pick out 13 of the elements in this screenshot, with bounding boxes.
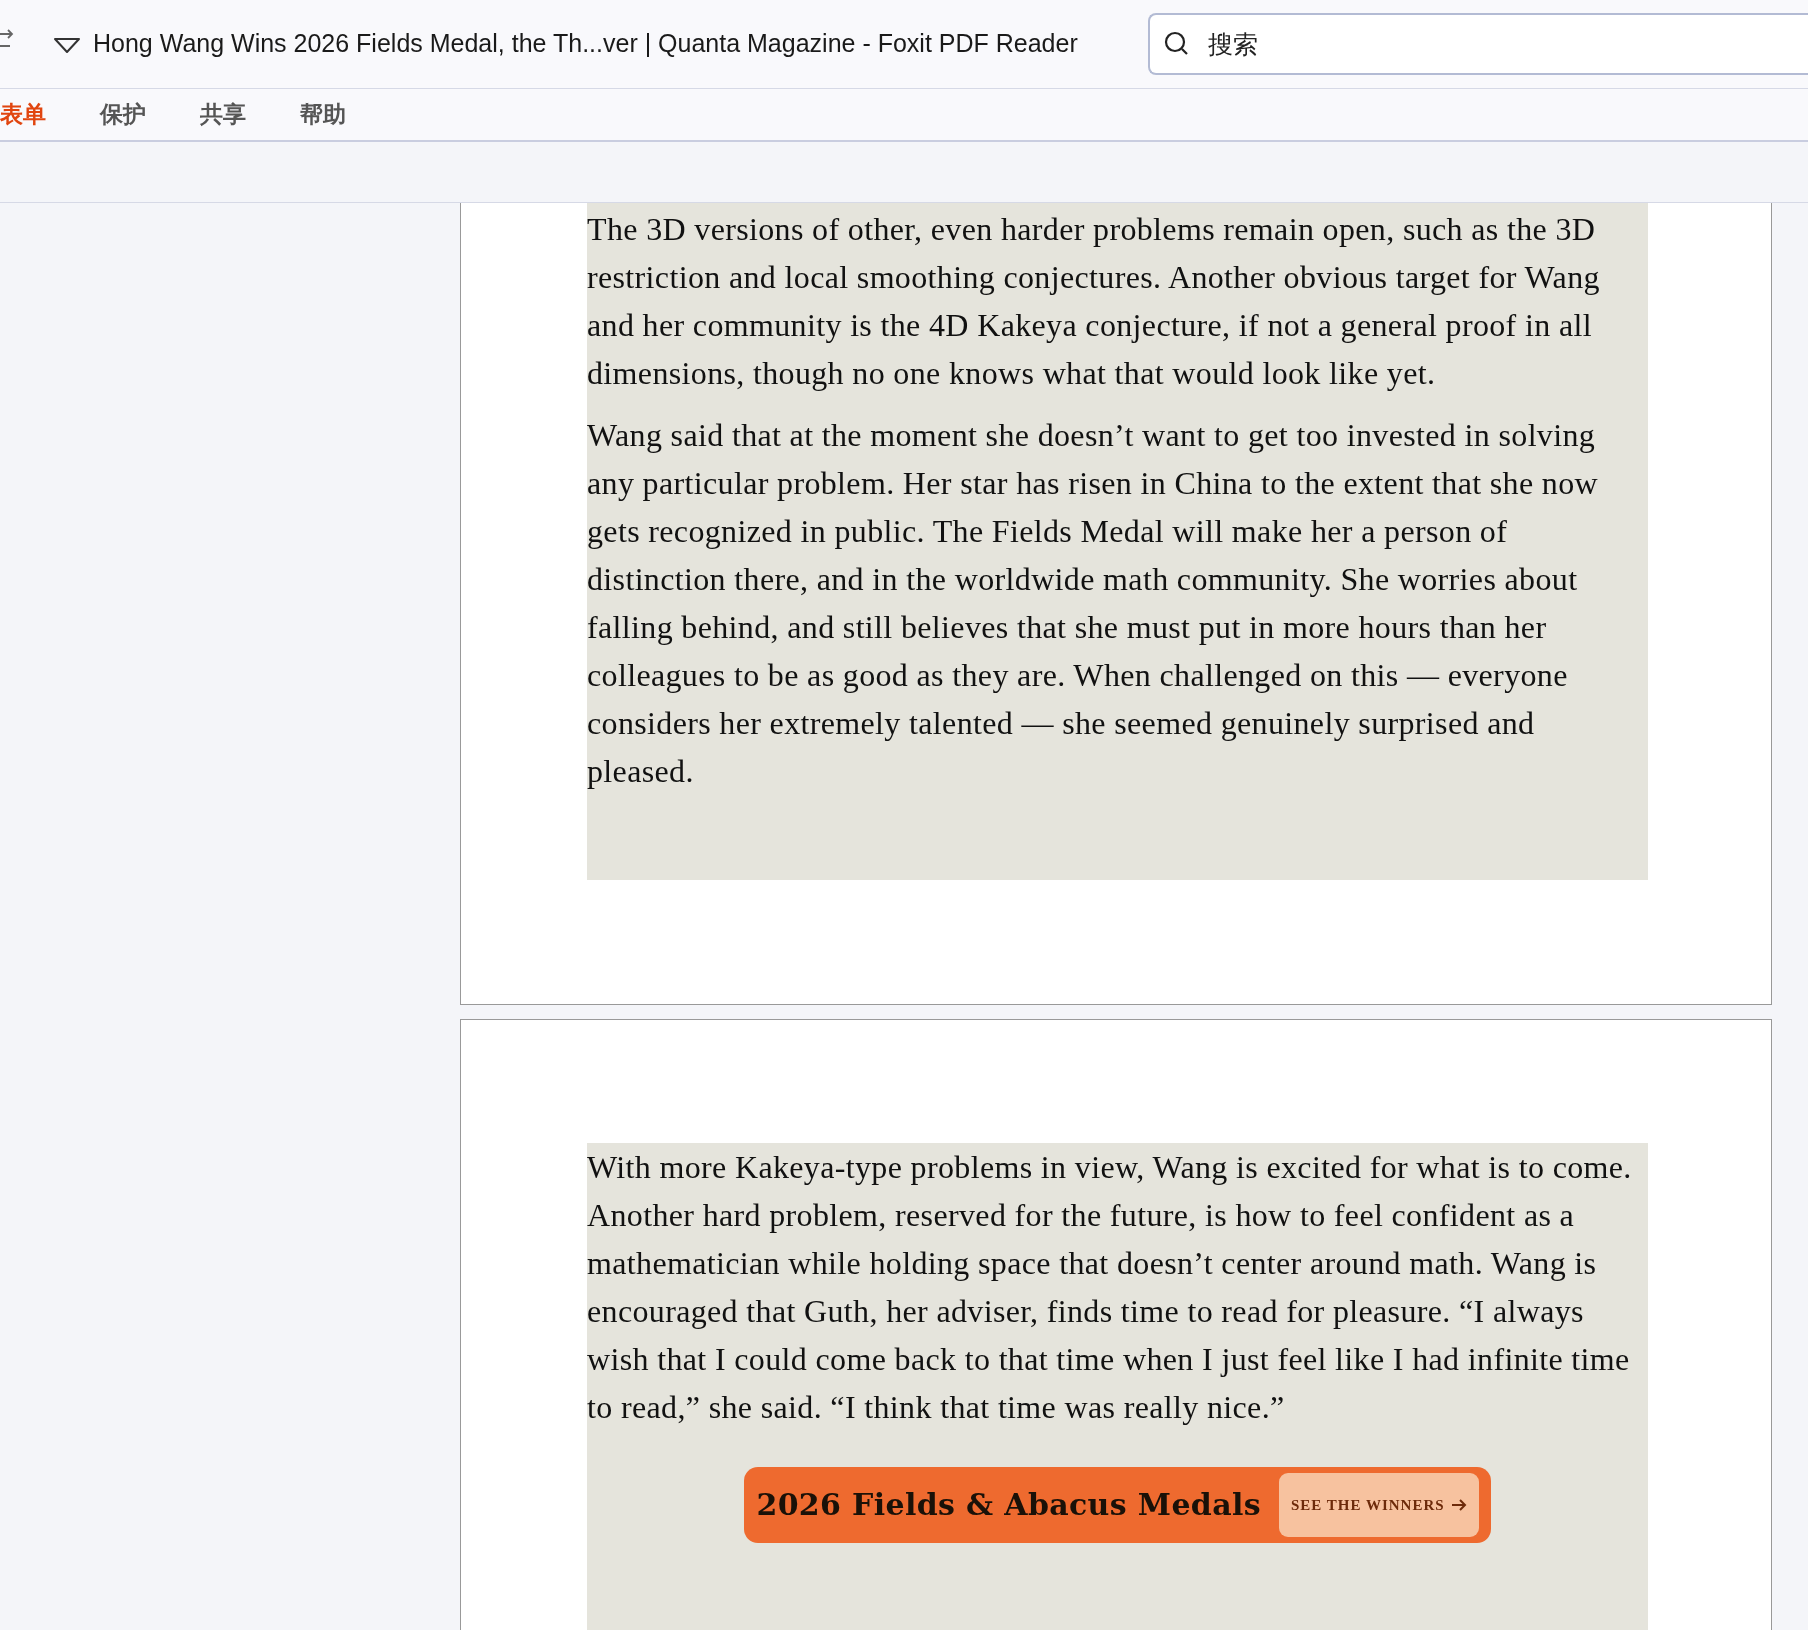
- menu-tab[interactable]: 帮助: [300, 97, 400, 132]
- paragraph: The 3D versions of other, even harder problems remain open, such as the 3D restriction and local smoothing conjectures. Another obvious target for Wang and her community is the 4D Kakeya conjecture, if not a general proof in all dimensions, though no one knows what that would look like yet.: [587, 210, 1601, 393]
- paragraph: With more Kakeya-type problems in view, Wang is excited for what is to come. Another hard problem, reserved for the future, is how to feel confident as a mathematician while holding space that doesn’t center around math. Wang is encouraged that Guth, her adviser, finds time to read for pleasure. “I always wish that I could come back to that time when I just feel like I had infinite time to read,” she said. “I think that time was really nice.”: [587, 1148, 1633, 1427]
- window-title: Hong Wang Wins 2026 Fields Medal, the Th...ver | Quanta Magazine - Foxit PDF Reader: [93, 28, 1078, 60]
- paragraph: Wang said that at the moment she doesn’t want to get too invested in solving any particular problem. Her star has risen in China to the extent that she now gets recognized in public. The Fields Medal will make her a person of distinction there, and in the worldwide math community. She worries about falling behind, and still believes that she must put in more hours than her colleagues to be as good as they are. When challenged on this — everyone considers her extremely talented — she seemed genuinely surprised and pleased.: [587, 416, 1600, 791]
- promo-banner[interactable]: 2026 Fields & Abacus Medals SEE THE WINNERS: [744, 1467, 1491, 1543]
- menu-tab[interactable]: 共享: [200, 97, 300, 132]
- arrow-icon: [1450, 1498, 1467, 1512]
- menu-tab[interactable]: 保护: [100, 97, 200, 132]
- menu-tab[interactable]: 表单: [0, 97, 100, 132]
- banner-title: 2026 Fields & Abacus Medals: [756, 1486, 1261, 1524]
- see-winners-button[interactable]: SEE THE WINNERS: [1278, 1473, 1479, 1537]
- search-field[interactable]: 搜索: [1148, 13, 1808, 75]
